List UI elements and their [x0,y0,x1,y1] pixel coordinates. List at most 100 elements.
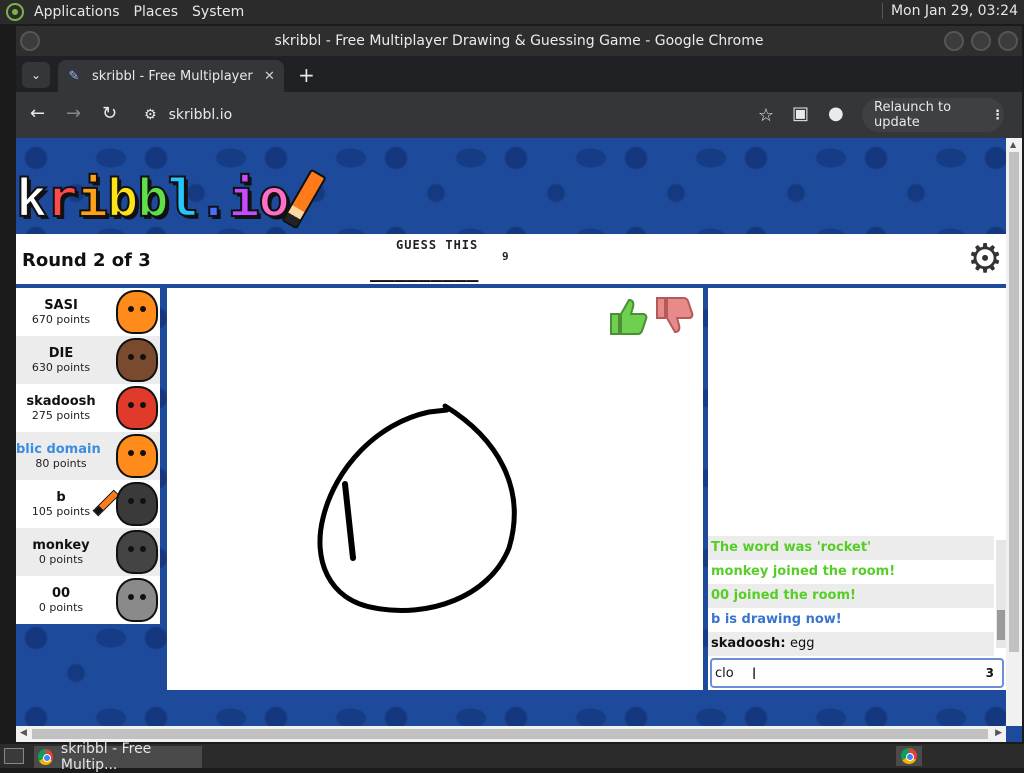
player-row[interactable]: skadoosh 275 points [16,384,160,432]
page-horizontal-scrollbar[interactable]: ◀ ▶ [16,726,1006,742]
reload-icon[interactable]: ↻ [102,103,117,124]
close-icon[interactable]: ✕ [264,69,275,84]
thumbs-down-icon[interactable] [653,294,697,338]
window-menu-button[interactable] [20,31,40,51]
skribbl-logo: kribbl.io [16,164,327,234]
tray-chrome-icon[interactable] [896,746,922,766]
taskbar-chrome-item[interactable]: skribbl - Free Multip... [34,741,202,773]
show-desktop-button[interactable] [4,748,24,764]
round-label: Round 2 of 3 [22,250,151,271]
logo-text: kribbl.io [16,168,291,230]
player-info: blic domain (You80 points [16,442,106,470]
text-cursor-icon: I [751,663,757,683]
chat-scrollbar[interactable] [996,540,1006,648]
player-row[interactable]: blic domain (You80 points [16,432,160,480]
chat-text: b is drawing now! [711,612,842,627]
player-name: b [56,490,66,505]
chat-author: skadoosh: [711,636,786,651]
maximize-button[interactable] [971,31,991,51]
player-info: monkey 0 points [16,538,106,566]
distro-logo-icon[interactable] [6,3,24,21]
player-info: b 105 points [16,490,106,518]
window-titlebar[interactable]: skribbl - Free Multiplayer Drawing & Gue… [16,26,1022,56]
new-tab-button[interactable]: + [298,63,315,87]
scroll-left-icon[interactable]: ◀ [20,728,27,738]
chat-message: The word was 'rocket' [708,536,994,560]
back-arrow-icon[interactable]: ← [30,103,45,124]
browser-window: skribbl - Free Multiplayer Drawing & Gue… [16,26,1022,742]
url-text[interactable]: skribbl.io [169,107,233,123]
player-info: 00 0 points [16,586,106,614]
relaunch-label: Relaunch to update [874,100,952,130]
vertical-scroll-thumb[interactable] [1009,152,1019,652]
logo-letter: b [136,168,169,230]
chat-messages: The word was 'rocket' monkey joined the r… [708,536,994,656]
player-row[interactable]: 00 0 points [16,576,160,624]
player-info: SASI 670 points [16,298,106,326]
forward-arrow-icon[interactable]: → [66,103,81,124]
feather-icon: ✎ [68,68,80,84]
player-row[interactable]: SASI 670 points [16,288,160,336]
side-panel-icon[interactable]: ▣ [792,103,809,124]
word-length: 9 [502,250,509,263]
chat-guess-input[interactable]: clo I 3 [710,658,1004,688]
scroll-right-icon[interactable]: ▶ [995,728,1002,738]
horizontal-scroll-thumb[interactable] [32,729,988,739]
chat-message: b is drawing now! [708,608,994,632]
drawing-canvas[interactable] [167,288,703,690]
word-hint: _________ [370,258,479,282]
player-points: 275 points [31,409,91,422]
menu-applications[interactable]: Applications [34,4,120,20]
more-options-icon[interactable]: ⋮ [991,108,1004,123]
close-window-button[interactable] [998,31,1018,51]
player-points: 670 points [31,313,91,326]
chat-text: The word was 'rocket' [711,540,872,555]
menu-places[interactable]: Places [134,4,179,20]
logo-letter: k [16,168,48,230]
player-row[interactable]: monkey 0 points [16,528,160,576]
chat-message: skadoosh: egg [708,632,994,656]
minimize-button[interactable] [944,31,964,51]
menu-system[interactable]: System [192,4,244,20]
address-bar[interactable]: ⚙ skribbl.io ☆ [134,98,774,132]
logo-letter: l [167,168,200,230]
player-points: 630 points [31,361,91,374]
window-title: skribbl - Free Multiplayer Drawing & Gue… [274,33,764,49]
drawing-svg [317,403,517,613]
bookmark-star-icon[interactable]: ☆ [758,105,774,126]
drawn-line-stroke [342,481,356,561]
player-row[interactable]: DIE 630 points [16,336,160,384]
logo-letter: . [197,168,230,230]
tab-strip: ⌄ ✎ skribbl - Free Multiplayer Dr ✕ + [16,56,1022,92]
player-name: monkey [32,538,90,553]
tab-search-button[interactable]: ⌄ [22,62,50,88]
chevron-down-icon: ⌄ [30,68,42,82]
browser-toolbar: ← → ↻ ⚙ skribbl.io ☆ ▣ ● Relaunch to upd… [16,92,1022,138]
player-name: blic domain (You [16,442,106,457]
relaunch-to-update-button[interactable]: Relaunch to update ⋮ [862,98,1004,132]
player-points: 80 points [35,457,87,470]
player-list: SASI 670 points DIE 630 points skadoosh 275 p… [16,288,160,624]
scroll-up-icon[interactable]: ▲ [1010,140,1016,149]
game-header: Round 2 of 3 GUESS THIS _________ 9 ⚙ [16,234,1006,284]
settings-gear-icon[interactable]: ⚙ [964,238,1006,280]
player-info: skadoosh 275 points [16,394,106,422]
clock[interactable]: Mon Jan 29, 03:24 [881,3,1018,19]
page-vertical-scrollbar[interactable]: ▲ [1006,138,1022,726]
chat-message: monkey joined the room! [708,560,994,584]
guess-this-label: GUESS THIS [396,238,479,252]
chat-panel: The word was 'rocket' monkey joined the r… [708,288,1006,690]
profile-icon[interactable]: ● [828,103,844,124]
player-name: DIE [48,346,74,361]
thumbs-up-icon[interactable] [607,294,651,338]
chat-scroll-thumb[interactable] [997,610,1005,640]
player-avatar [116,482,158,526]
site-info-icon[interactable]: ⚙ [144,107,157,123]
chat-text: 00 joined the room! [711,588,856,603]
logo-letter: r [45,168,78,230]
player-row[interactable]: b 105 points [16,480,160,528]
chat-input-value[interactable]: clo [715,666,734,681]
player-avatar [116,530,158,574]
tab-skribbl[interactable]: ✎ skribbl - Free Multiplayer Dr ✕ [58,60,284,92]
os-top-panel: Applications Places System Mon Jan 29, 0… [0,0,1024,24]
